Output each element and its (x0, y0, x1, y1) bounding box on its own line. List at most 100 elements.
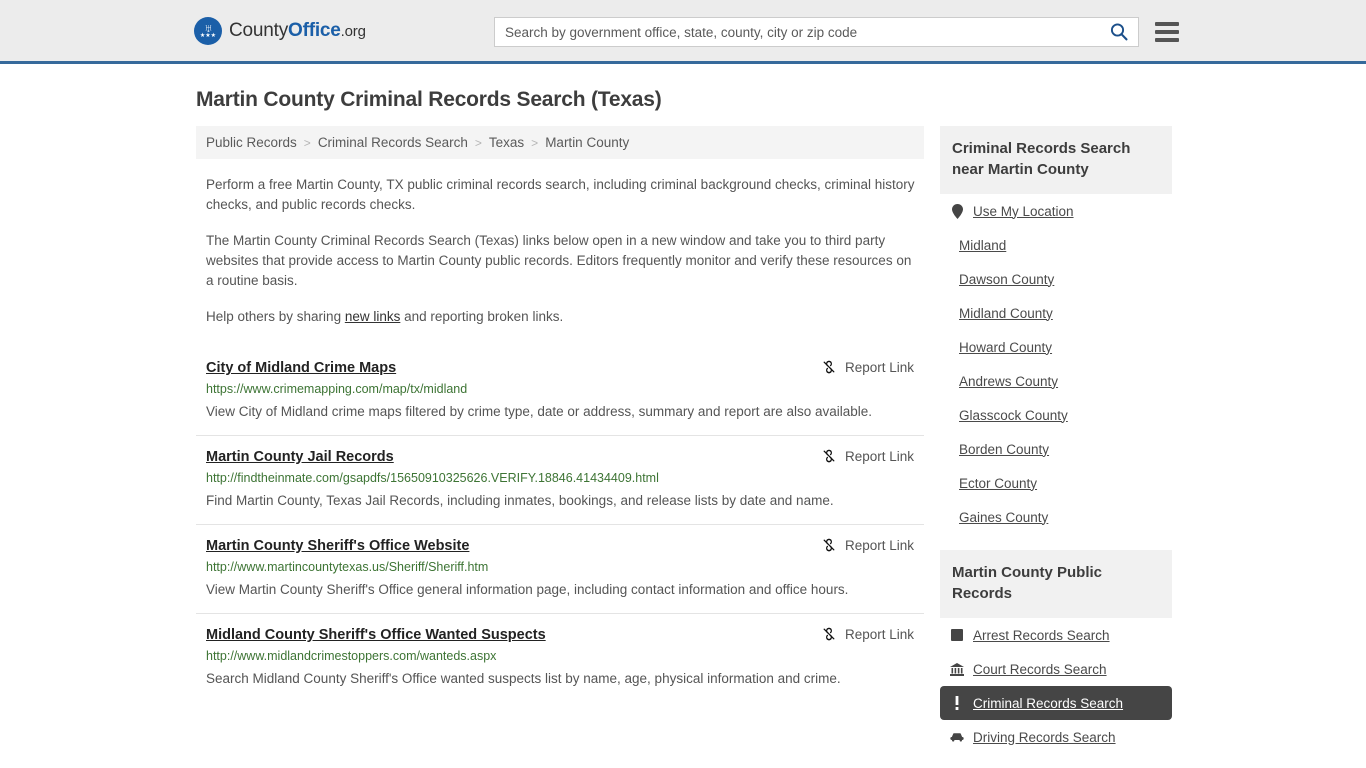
sidebar: Criminal Records Search near Martin Coun… (940, 126, 1172, 754)
sidebar-item-midland-county[interactable]: Midland County (940, 296, 1172, 330)
exclamation-icon (950, 695, 964, 711)
sidebar-nearby-heading: Criminal Records Search near Martin Coun… (940, 126, 1172, 194)
result-url: http://findtheinmate.com/gsapdfs/1565091… (206, 471, 659, 485)
search-icon (1110, 23, 1128, 41)
logo-text-org: .org (340, 22, 366, 40)
sidebar-link-label[interactable]: Dawson County (959, 272, 1054, 287)
new-links-link[interactable]: new links (345, 309, 401, 324)
broken-link-icon (823, 538, 835, 552)
site-logo[interactable]: ♅ ★★★ CountyOffice.org (194, 16, 366, 45)
fingerprint-icon (950, 627, 964, 643)
sidebar-link-label[interactable]: Howard County (959, 340, 1052, 355)
breadcrumb-item-texas[interactable]: Texas (489, 135, 524, 150)
report-link-label: Report Link (844, 448, 914, 464)
logo-text-office: Office (288, 19, 341, 41)
sidebar-item-midland[interactable]: Midland (940, 228, 1172, 262)
result-header: Martin County Jail Records Report Link (206, 447, 914, 467)
main-column: Public Records > Criminal Records Search… (196, 126, 924, 702)
sidebar-item-criminal-records-search[interactable]: Criminal Records Search (940, 686, 1172, 720)
sidebar-link-label[interactable]: Use My Location (973, 204, 1074, 219)
car-icon (950, 729, 964, 745)
result-title-link[interactable]: City of Midland Crime Maps (206, 358, 396, 378)
eagle-glyph: ♅ (204, 21, 213, 35)
hamburger-bar (1155, 30, 1179, 34)
sidebar-link-label[interactable]: Glasscock County (959, 408, 1068, 423)
result-description: Find Martin County, Texas Jail Records, … (206, 493, 834, 508)
sidebar-item-dawson-county[interactable]: Dawson County (940, 262, 1172, 296)
broken-link-icon (823, 360, 835, 374)
sidebar-item-borden-county[interactable]: Borden County (940, 432, 1172, 466)
page-title: Martin County Criminal Records Search (T… (196, 88, 662, 111)
breadcrumb: Public Records > Criminal Records Search… (196, 126, 924, 159)
sidebar-link-label[interactable]: Midland County (959, 306, 1053, 321)
breadcrumb-separator-icon: > (303, 135, 311, 150)
result-title-link[interactable]: Martin County Sheriff's Office Website (206, 536, 469, 556)
sidebar-item-ector-county[interactable]: Ector County (940, 466, 1172, 500)
courthouse-icon (950, 661, 964, 677)
sidebar-link-label[interactable]: Midland (959, 238, 1006, 253)
results-list: City of Midland Crime Maps Report Link h… (196, 347, 924, 702)
intro-text: Perform a free Martin County, TX public … (196, 175, 924, 327)
hamburger-bar (1155, 38, 1179, 42)
stars-glyph: ★★★ (199, 33, 217, 39)
county-office-eagle-logo-icon: ♅ ★★★ (194, 16, 222, 45)
sidebar-item-glasscock-county[interactable]: Glasscock County (940, 398, 1172, 432)
hamburger-menu-icon[interactable] (1155, 17, 1179, 47)
report-link-label: Report Link (844, 626, 914, 642)
sidebar-link-label[interactable]: Gaines County (959, 510, 1048, 525)
result-header: Midland County Sheriff's Office Wanted S… (206, 625, 914, 645)
breadcrumb-separator-icon: > (531, 135, 539, 150)
sidebar-item-court-records-search[interactable]: Court Records Search (940, 652, 1172, 686)
sidebar-public-records-heading: Martin County Public Records (940, 550, 1172, 618)
result-item: City of Midland Crime Maps Report Link h… (196, 347, 924, 435)
logo-text-county: County (229, 19, 289, 41)
breadcrumb-item-criminal-records-search[interactable]: Criminal Records Search (318, 135, 468, 150)
sidebar-item-gaines-county[interactable]: Gaines County (940, 500, 1172, 534)
sidebar-item-howard-county[interactable]: Howard County (940, 330, 1172, 364)
result-description: Search Midland County Sheriff's Office w… (206, 671, 841, 686)
hamburger-bar (1155, 22, 1179, 26)
report-link-button[interactable]: Report Link (821, 625, 914, 642)
result-url: https://www.crimemapping.com/map/tx/midl… (206, 382, 468, 396)
sidebar-link-label[interactable]: Arrest Records Search (973, 628, 1110, 643)
content-layout: Public Records > Criminal Records Search… (196, 126, 1172, 754)
result-description: View Martin County Sheriff's Office gene… (206, 582, 849, 597)
header-search-area (494, 17, 1179, 47)
report-link-button[interactable]: Report Link (821, 358, 914, 375)
sidebar-link-label[interactable]: Criminal Records Search (973, 696, 1123, 711)
report-link-button[interactable]: Report Link (821, 536, 914, 553)
intro-p3-post: and reporting broken links. (400, 309, 564, 324)
broken-link-icon (823, 449, 835, 463)
sidebar-item-use-my-location[interactable]: Use My Location (940, 194, 1172, 228)
report-link-button[interactable]: Report Link (821, 447, 914, 464)
search-input[interactable] (495, 18, 1100, 46)
sidebar-item-arrest-records-search[interactable]: Arrest Records Search (940, 618, 1172, 652)
breadcrumb-item-martin-county[interactable]: Martin County (545, 135, 629, 150)
sidebar-link-label[interactable]: Andrews County (959, 374, 1058, 389)
page-container: Martin County Criminal Records Search (T… (0, 88, 1366, 754)
site-header: ♅ ★★★ CountyOffice.org (0, 0, 1366, 64)
sidebar-link-label[interactable]: Court Records Search (973, 662, 1107, 677)
sidebar-item-andrews-county[interactable]: Andrews County (940, 364, 1172, 398)
intro-paragraph-1: Perform a free Martin County, TX public … (206, 177, 915, 212)
sidebar-item-driving-records-search[interactable]: Driving Records Search (940, 720, 1172, 754)
result-title-link[interactable]: Martin County Jail Records (206, 447, 394, 467)
search-box (494, 17, 1139, 47)
intro-paragraph-2: The Martin County Criminal Records Searc… (206, 233, 912, 288)
search-button[interactable] (1100, 18, 1138, 46)
intro-paragraph-3: Help others by sharing new links and rep… (206, 307, 916, 327)
result-title-link[interactable]: Midland County Sheriff's Office Wanted S… (206, 625, 546, 645)
sidebar-link-label[interactable]: Driving Records Search (973, 730, 1116, 745)
result-item: Midland County Sheriff's Office Wanted S… (196, 613, 924, 702)
map-pin-icon (950, 203, 964, 219)
result-header: City of Midland Crime Maps Report Link (206, 358, 914, 378)
result-header: Martin County Sheriff's Office Website R… (206, 536, 914, 556)
sidebar-public-records-list: Arrest Records Search Court Records Sear… (940, 618, 1172, 754)
report-link-label: Report Link (844, 537, 914, 553)
breadcrumb-separator-icon: > (474, 135, 482, 150)
logo-wordmark: CountyOffice.org (229, 20, 366, 42)
sidebar-nearby-list: Use My Location Midland Dawson County Mi… (940, 194, 1172, 534)
sidebar-link-label[interactable]: Ector County (959, 476, 1037, 491)
sidebar-link-label[interactable]: Borden County (959, 442, 1049, 457)
breadcrumb-item-public-records[interactable]: Public Records (206, 135, 297, 150)
